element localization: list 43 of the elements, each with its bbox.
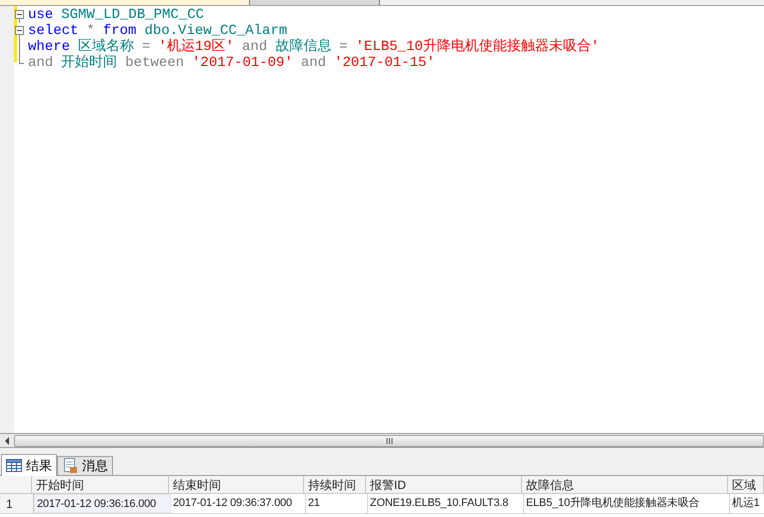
table-cell[interactable]: ELB5_10升降电机使能接触器未吸合	[524, 494, 730, 513]
column-header[interactable]: 开始时间	[32, 476, 169, 493]
sql-identifier: 开始时间	[61, 55, 118, 71]
scroll-left-icon[interactable]	[4, 436, 10, 444]
scroll-thumb[interactable]	[14, 434, 764, 446]
sql-operator: and	[300, 55, 326, 71]
table-cell[interactable]: 机运1	[730, 494, 764, 513]
sql-operator: =	[339, 39, 348, 55]
horizontal-scrollbar[interactable]	[0, 433, 764, 448]
sql-identifier: SGMW_LD_DB_PMC_CC	[61, 7, 204, 23]
column-header[interactable]: 区域	[728, 476, 764, 493]
collapse-icon[interactable]	[15, 7, 24, 23]
row-number: 1	[0, 494, 34, 513]
sql-operator: between	[125, 55, 184, 71]
sql-operator: and	[28, 55, 54, 71]
table-cell[interactable]: 21	[306, 494, 368, 513]
sql-keyword: where	[28, 39, 70, 55]
column-header[interactable]: 报警ID	[366, 476, 522, 493]
grip-icon	[386, 438, 392, 444]
grid-icon	[6, 459, 22, 472]
sql-string-literal: '2017-01-09'	[192, 55, 293, 71]
sql-string-literal: '机运19区'	[158, 39, 234, 55]
sql-identifier: dbo.View_CC_Alarm	[144, 23, 288, 39]
column-header[interactable]: 持续时间	[304, 476, 366, 493]
sql-identifier: 故障信息	[275, 39, 332, 55]
collapse-icon[interactable]	[15, 23, 24, 39]
sql-string-literal: 'ELB5_10升降电机使能接触器未吸合'	[356, 39, 600, 55]
sql-keyword: use	[28, 7, 54, 23]
results-tab[interactable]: 结果	[1, 454, 57, 476]
sql-identifier: 区域名称	[78, 39, 134, 55]
table-cell[interactable]: 2017-01-12 09:36:16.000	[34, 494, 171, 513]
sql-operator: =	[142, 39, 150, 55]
sql-operator: *	[86, 23, 95, 39]
sql-keyword: from	[102, 23, 136, 39]
document-icon	[62, 458, 78, 474]
sql-string-literal: '2017-01-15'	[334, 55, 435, 71]
column-header[interactable]: 结束时间	[169, 476, 304, 493]
column-header[interactable]: 故障信息	[522, 476, 728, 493]
sql-operator: and	[242, 39, 268, 55]
sql-keyword: select	[28, 23, 78, 39]
table-cell[interactable]: ZONE19.ELB5_10.FAULT3.8	[368, 494, 524, 513]
results-tab[interactable]: 消息	[57, 456, 113, 475]
table-cell[interactable]: 2017-01-12 09:36:37.000	[171, 494, 306, 513]
